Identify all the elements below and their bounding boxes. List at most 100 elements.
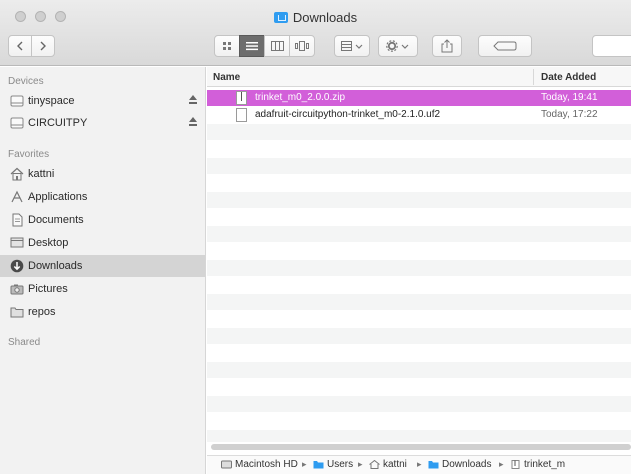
sidebar-item-label: tinyspace	[28, 95, 75, 107]
chevron-right-icon: ▸	[417, 459, 422, 469]
downloads-icon	[10, 259, 24, 273]
zip-icon	[511, 460, 520, 469]
share-icon	[441, 39, 453, 53]
sidebar-header-devices: Devices	[8, 76, 44, 87]
folder-icon	[273, 12, 288, 23]
sidebar-item-label: Pictures	[28, 283, 68, 295]
arrange-grid-icon	[341, 41, 363, 51]
sidebar-item-label: Applications	[28, 191, 88, 203]
disk-icon	[10, 117, 24, 129]
camera-icon	[10, 284, 24, 295]
path-item-label: kattni	[383, 459, 407, 470]
empty-row	[207, 430, 631, 442]
tag-icon	[493, 41, 517, 51]
folder-icon	[428, 461, 439, 469]
path-item-kattni[interactable]: kattni	[369, 459, 407, 470]
folder-icon	[10, 307, 24, 318]
documents-icon	[12, 213, 23, 227]
hard-drive-icon	[221, 460, 232, 469]
path-item-label: Downloads	[442, 459, 492, 470]
sidebar-item-label: Documents	[28, 214, 84, 226]
sidebar-item-label: repos	[28, 306, 56, 318]
forward-button[interactable]	[31, 35, 55, 57]
column-header: Name Date Added	[207, 67, 631, 87]
file-row-trinket-zip[interactable]: trinket_m0_2.0.0.zip Today, 19:41	[207, 90, 631, 106]
arrange-button[interactable]	[334, 35, 370, 57]
path-item-label: trinket_m	[524, 459, 566, 470]
view-mode-control	[214, 35, 315, 57]
list-view-icon	[246, 42, 258, 51]
window-title: Downloads	[0, 10, 631, 25]
share-button[interactable]	[432, 35, 462, 57]
file-date: Today, 19:41	[541, 92, 598, 103]
folder-icon	[313, 461, 324, 469]
empty-row	[207, 260, 631, 276]
sidebar-item-label: Desktop	[28, 237, 69, 249]
column-header-name[interactable]: Name	[213, 72, 240, 83]
cover-flow-icon	[295, 41, 309, 51]
empty-row	[207, 226, 631, 242]
chevron-right-icon	[40, 41, 46, 51]
sidebar-item-pictures[interactable]: Pictures	[0, 278, 205, 300]
eject-icon[interactable]	[189, 95, 197, 104]
file-name: trinket_m0_2.0.0.zip	[255, 92, 346, 103]
empty-row	[207, 192, 631, 208]
path-bar: Macintosh HD ▸ Users ▸ kattni ▸ Download…	[207, 455, 631, 474]
sidebar-item-downloads[interactable]: Downloads	[0, 255, 205, 277]
horizontal-scrollbar[interactable]	[211, 444, 631, 450]
chevron-right-icon: ▸	[302, 459, 307, 469]
file-date: Today, 17:22	[541, 109, 598, 120]
path-item-trinket[interactable]: trinket_m	[510, 459, 565, 470]
navigation-buttons	[8, 35, 55, 57]
empty-row	[207, 124, 631, 140]
icon-view-icon	[223, 42, 231, 50]
back-button[interactable]	[8, 35, 32, 57]
gallery-view-button[interactable]	[289, 35, 315, 57]
column-header-date-added[interactable]: Date Added	[541, 72, 596, 83]
empty-row	[207, 328, 631, 344]
sidebar-item-applications[interactable]: Applications	[0, 186, 205, 208]
document-icon	[236, 108, 247, 122]
file-name: adafruit-circuitpython-trinket_m0-2.1.0.…	[255, 109, 441, 120]
sidebar-item-tinyspace[interactable]: tinyspace	[0, 90, 205, 112]
icon-view-button[interactable]	[214, 35, 240, 57]
path-item-macintosh-hd[interactable]: Macintosh HD	[221, 459, 298, 470]
search-field[interactable]	[592, 35, 631, 57]
desktop-icon	[10, 237, 24, 248]
window-title-text: Downloads	[292, 10, 358, 25]
edit-tags-button[interactable]	[478, 35, 532, 57]
path-item-downloads[interactable]: Downloads	[428, 459, 491, 470]
home-icon	[10, 167, 24, 181]
chevron-left-icon	[17, 41, 23, 51]
eject-icon[interactable]	[189, 117, 197, 126]
sidebar-item-circuitpy[interactable]: CIRCUITPY	[0, 112, 205, 134]
list-view-button[interactable]	[239, 35, 265, 57]
sidebar-item-label: CIRCUITPY	[28, 117, 88, 129]
empty-row	[207, 294, 631, 310]
chevron-right-icon: ▸	[499, 459, 504, 469]
sidebar-item-desktop[interactable]: Desktop	[0, 232, 205, 254]
column-divider[interactable]	[533, 69, 534, 85]
sidebar-header-shared: Shared	[8, 337, 41, 348]
file-row-uf2[interactable]: adafruit-circuitpython-trinket_m0-2.1.0.…	[207, 107, 631, 123]
path-item-users[interactable]: Users	[313, 459, 353, 470]
sidebar-header-favorites: Favorites	[8, 149, 50, 160]
column-view-icon	[270, 41, 284, 51]
sidebar-item-label: Downloads	[28, 260, 83, 272]
disk-icon	[10, 95, 24, 107]
file-list: Name Date Added trinket_m0_2.0.0.zip Tod…	[207, 67, 631, 474]
chevron-right-icon: ▸	[358, 459, 363, 469]
empty-row	[207, 362, 631, 378]
sidebar-item-repos[interactable]: repos	[0, 301, 205, 323]
sidebar-item-kattni[interactable]: kattni	[0, 163, 205, 185]
sidebar-item-documents[interactable]: Documents	[0, 209, 205, 231]
gear-icon	[386, 40, 409, 52]
window-titlebar: Downloads	[0, 0, 631, 66]
empty-row	[207, 158, 631, 174]
applications-icon	[11, 190, 23, 203]
empty-row	[207, 396, 631, 412]
path-item-label: Users	[327, 459, 354, 470]
action-button[interactable]	[378, 35, 418, 57]
column-view-button[interactable]	[264, 35, 290, 57]
sidebar-item-label: kattni	[28, 168, 55, 180]
